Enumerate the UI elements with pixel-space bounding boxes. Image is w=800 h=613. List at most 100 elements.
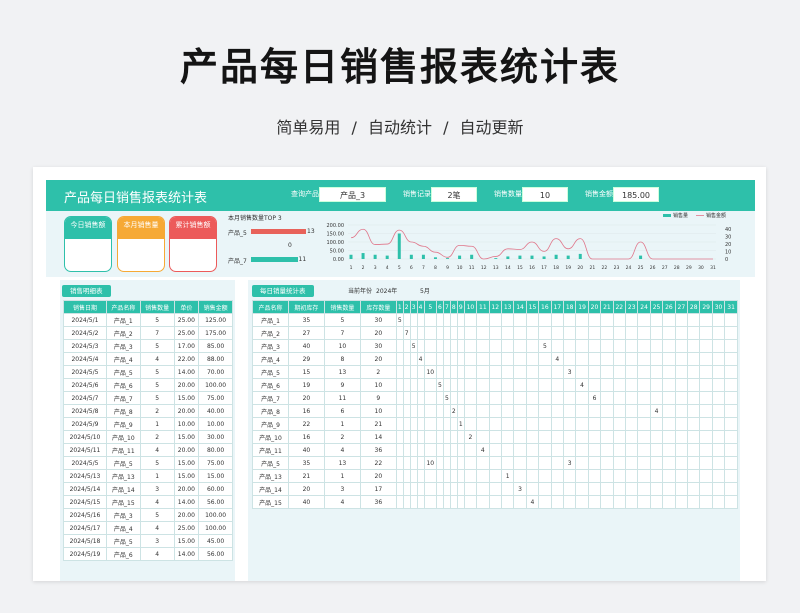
day-cell[interactable] <box>409 495 418 509</box>
day-cell[interactable] <box>649 443 664 457</box>
day-cell[interactable] <box>649 326 664 340</box>
day-cell[interactable] <box>456 430 465 444</box>
day-cell[interactable] <box>463 456 478 470</box>
day-cell[interactable] <box>550 430 564 444</box>
day-cell[interactable] <box>463 378 478 392</box>
day-cell[interactable] <box>538 495 552 509</box>
day-cell[interactable] <box>562 326 577 340</box>
table-cell[interactable]: 2 <box>359 365 397 379</box>
day-cell[interactable] <box>463 391 478 405</box>
table-cell[interactable]: 70.00 <box>198 365 233 379</box>
day-cell[interactable] <box>513 495 527 509</box>
day-cell[interactable] <box>674 352 689 366</box>
table-cell[interactable]: 2024/5/13 <box>63 469 107 483</box>
day-cell[interactable] <box>409 469 418 483</box>
table-cell[interactable]: 10 <box>359 404 397 418</box>
day-cell[interactable] <box>513 443 527 457</box>
day-cell[interactable]: 5 <box>442 391 451 405</box>
day-cell[interactable] <box>662 378 676 392</box>
day-cell[interactable] <box>476 339 490 353</box>
table-cell[interactable]: 35 <box>287 456 325 470</box>
day-cell[interactable] <box>649 378 664 392</box>
day-cell[interactable] <box>449 365 458 379</box>
day-cell[interactable] <box>513 417 527 431</box>
day-cell[interactable] <box>409 430 418 444</box>
day-cell[interactable] <box>476 469 490 483</box>
day-cell[interactable] <box>449 352 458 366</box>
day-cell[interactable] <box>409 326 418 340</box>
table-cell[interactable]: 产品_2 <box>252 326 289 340</box>
table-cell[interactable]: 14.00 <box>173 365 200 379</box>
day-cell[interactable] <box>550 495 564 509</box>
day-cell[interactable] <box>550 378 564 392</box>
day-cell[interactable] <box>449 443 458 457</box>
day-cell[interactable] <box>587 417 602 431</box>
table-cell[interactable]: 15.00 <box>173 469 200 483</box>
day-cell[interactable] <box>500 326 515 340</box>
day-cell[interactable] <box>513 378 527 392</box>
day-cell[interactable] <box>538 326 552 340</box>
day-cell[interactable] <box>550 313 564 327</box>
table-cell[interactable]: 10 <box>323 339 361 353</box>
day-cell[interactable] <box>711 339 726 353</box>
day-cell[interactable] <box>575 365 589 379</box>
table-cell[interactable]: 产品_3 <box>252 339 289 353</box>
day-cell[interactable] <box>395 352 404 366</box>
day-cell[interactable] <box>612 456 627 470</box>
table-cell[interactable]: 19 <box>287 378 325 392</box>
day-cell[interactable] <box>612 495 627 509</box>
day-cell[interactable] <box>600 391 614 405</box>
day-cell[interactable] <box>500 352 515 366</box>
day-cell[interactable] <box>423 378 437 392</box>
table-cell[interactable]: 45.00 <box>198 534 233 548</box>
table-cell[interactable]: 产品_14 <box>252 482 289 496</box>
table-cell[interactable]: 85.00 <box>198 339 233 353</box>
table-cell[interactable]: 75.00 <box>198 391 233 405</box>
day-cell[interactable] <box>409 417 418 431</box>
table-cell[interactable]: 产品_6 <box>105 547 141 561</box>
day-cell[interactable] <box>637 495 651 509</box>
day-cell[interactable] <box>449 313 458 327</box>
day-cell[interactable] <box>600 404 614 418</box>
day-cell[interactable]: 4 <box>575 378 589 392</box>
day-cell[interactable] <box>649 482 664 496</box>
day-cell[interactable] <box>662 482 676 496</box>
day-cell[interactable] <box>538 391 552 405</box>
table-cell[interactable]: 1 <box>139 417 175 431</box>
day-cell[interactable] <box>476 456 490 470</box>
table-cell[interactable]: 20.00 <box>173 378 200 392</box>
day-cell[interactable] <box>562 495 577 509</box>
table-cell[interactable]: 4 <box>139 495 175 509</box>
day-cell[interactable]: 5 <box>538 339 552 353</box>
table-cell[interactable]: 22.00 <box>173 352 200 366</box>
day-cell[interactable] <box>488 482 502 496</box>
day-cell[interactable] <box>562 391 577 405</box>
day-cell[interactable] <box>416 430 425 444</box>
table-cell[interactable]: 2 <box>323 430 361 444</box>
day-cell[interactable] <box>624 339 639 353</box>
day-cell[interactable] <box>724 391 738 405</box>
day-cell[interactable]: 1 <box>456 417 465 431</box>
day-cell[interactable] <box>525 339 540 353</box>
table-cell[interactable]: 40 <box>287 339 325 353</box>
table-cell[interactable]: 2024/5/9 <box>63 417 107 431</box>
day-cell[interactable] <box>409 352 418 366</box>
day-cell[interactable] <box>449 417 458 431</box>
table-cell[interactable]: 8 <box>323 352 361 366</box>
table-cell[interactable]: 3 <box>139 534 175 548</box>
table-cell[interactable]: 56.00 <box>198 547 233 561</box>
day-cell[interactable] <box>449 378 458 392</box>
day-cell[interactable] <box>600 495 614 509</box>
day-cell[interactable] <box>674 391 689 405</box>
day-cell[interactable]: 5 <box>435 378 444 392</box>
day-cell[interactable] <box>476 430 490 444</box>
table-cell[interactable]: 2024/5/18 <box>63 534 107 548</box>
day-cell[interactable] <box>456 482 465 496</box>
day-cell[interactable] <box>463 326 478 340</box>
day-cell[interactable] <box>476 326 490 340</box>
table-cell[interactable]: 22 <box>287 417 325 431</box>
table-cell[interactable]: 2024/5/17 <box>63 521 107 535</box>
table-cell[interactable]: 11 <box>323 391 361 405</box>
day-cell[interactable] <box>724 352 738 366</box>
table-cell[interactable]: 产品_10 <box>105 430 141 444</box>
